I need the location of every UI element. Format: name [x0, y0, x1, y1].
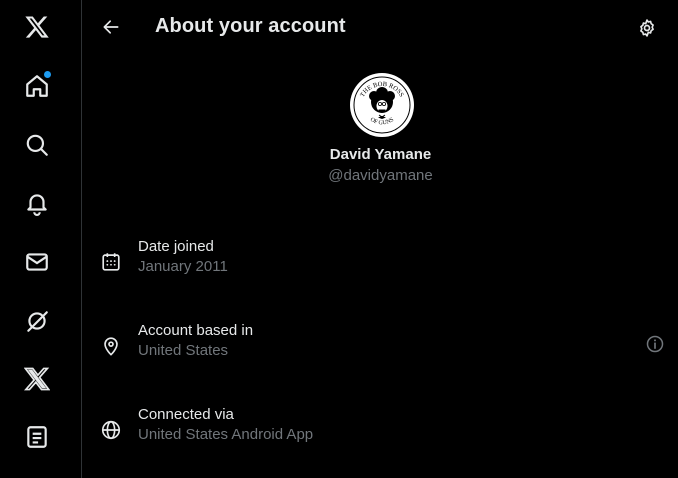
search-icon	[26, 134, 48, 156]
date-joined-value: January 2011	[138, 258, 228, 275]
envelope-icon	[26, 253, 48, 271]
back-button[interactable]	[97, 13, 125, 41]
sidebar-item-messages[interactable]	[18, 243, 56, 281]
info-button[interactable]	[643, 332, 667, 356]
globe-icon	[99, 418, 123, 442]
date-joined-row: Date joined January 2011	[83, 238, 678, 298]
main-content: About your account THE BOB ROSS OF GUNS	[83, 0, 678, 478]
notification-dot	[43, 70, 52, 79]
arrow-left-icon	[103, 20, 119, 34]
date-joined-label: Date joined	[138, 238, 214, 255]
account-based-in-row: Account based in United States	[83, 322, 678, 382]
settings-button[interactable]	[633, 14, 661, 42]
sidebar-nav	[0, 0, 82, 478]
info-icon	[646, 335, 664, 353]
grok-icon	[27, 311, 48, 332]
sidebar-item-lists[interactable]	[18, 418, 56, 456]
list-icon	[27, 426, 47, 448]
x-logo-icon	[24, 367, 50, 391]
x-logo-icon[interactable]	[18, 8, 56, 46]
calendar-icon	[99, 250, 123, 274]
connected-via-row: Connected via United States Android App	[83, 406, 678, 466]
avatar[interactable]: THE BOB ROSS OF GUNS	[350, 73, 414, 137]
sidebar-item-notifications[interactable]	[18, 184, 56, 222]
profile-handle: @davidyamane	[328, 167, 433, 184]
sidebar-item-premium[interactable]	[18, 360, 56, 398]
account-based-in-value: United States	[138, 342, 229, 359]
page-title: About your account	[155, 15, 346, 37]
sidebar-item-explore[interactable]	[18, 126, 56, 164]
location-pin-icon	[99, 334, 123, 358]
account-based-in-label: Account based in	[138, 322, 254, 339]
bell-icon	[27, 194, 47, 216]
sidebar-item-grok[interactable]	[18, 302, 56, 340]
connected-via-label: Connected via	[138, 406, 234, 423]
profile-name: David Yamane	[329, 146, 432, 163]
connected-via-value: United States Android App	[138, 426, 314, 443]
sidebar-item-home[interactable]	[18, 67, 56, 105]
gear-icon	[640, 19, 654, 37]
